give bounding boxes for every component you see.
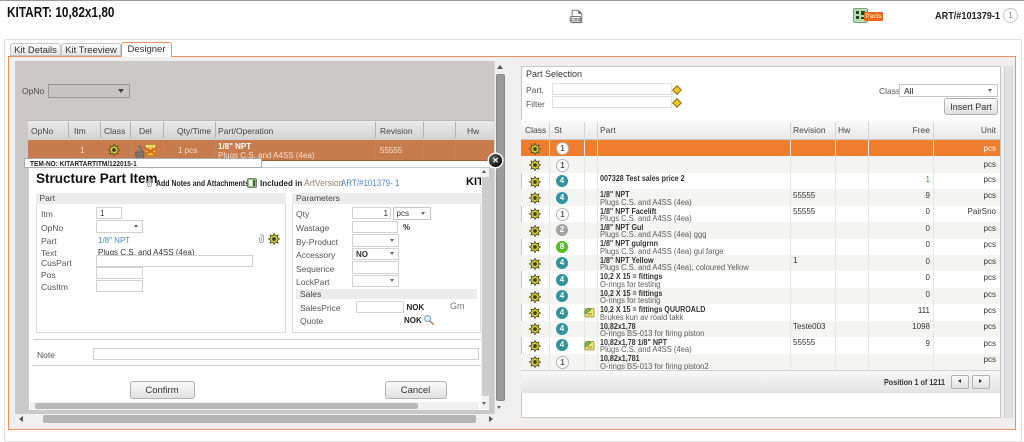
svg-text:CSV: CSV: [571, 17, 582, 23]
